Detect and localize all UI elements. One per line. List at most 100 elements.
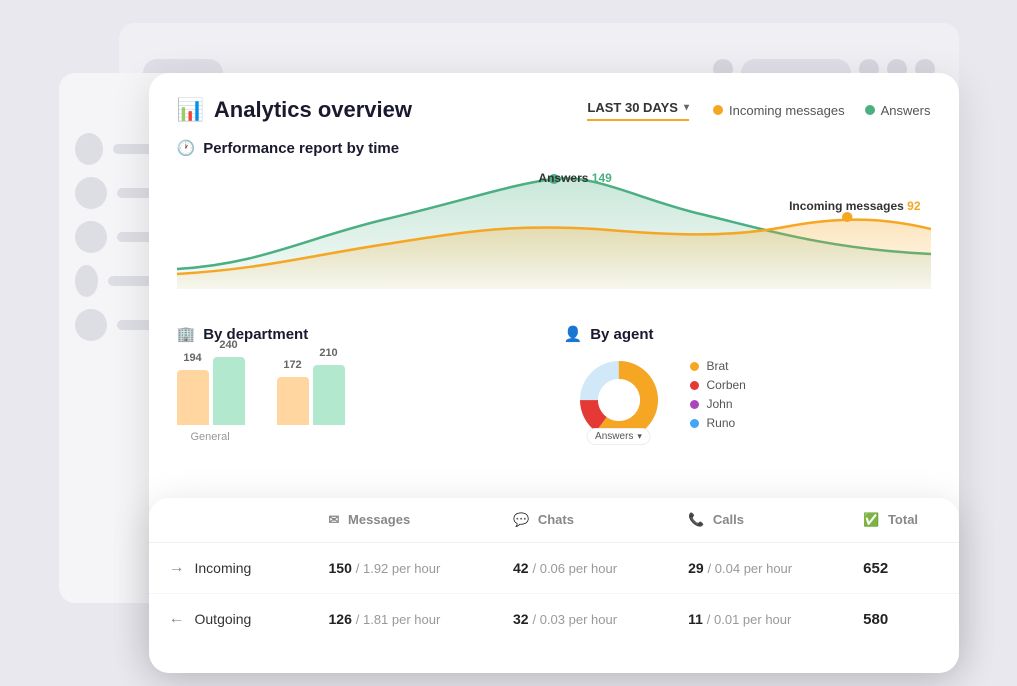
- john-dot: [690, 400, 699, 409]
- bar-label-194: 194: [183, 352, 201, 364]
- performance-section-title: 🕐 Performance report by time: [177, 139, 931, 157]
- incoming-chats-value: 42: [513, 560, 529, 576]
- date-filter-label: LAST 30 DAYS: [587, 100, 678, 115]
- agent-title-text: By agent: [590, 326, 653, 343]
- outgoing-messages-cell: 126 / 1.81 per hour: [309, 594, 494, 645]
- table-header-empty: [149, 498, 309, 543]
- card-content: 🕐 Performance report by time Answers 149…: [149, 123, 959, 461]
- incoming-calls-cell: 29 / 0.04 per hour: [668, 543, 843, 594]
- table-row: → Incoming 150 / 1.92 per hour 42 / 0.06…: [149, 543, 959, 594]
- bar-dept2-green: 210: [313, 365, 345, 425]
- table-card: ✉ Messages 💬 Chats 📞 Calls ✅ Total: [149, 498, 959, 673]
- legend-incoming: Incoming messages: [713, 103, 845, 118]
- bar-dept1-orange: 194: [177, 370, 209, 425]
- answers-value: 149: [592, 171, 612, 185]
- legend-answers: Answers: [865, 103, 931, 118]
- green-dot: [865, 105, 875, 115]
- table-header-calls: 📞 Calls: [668, 498, 843, 543]
- agent-title: 👤 By agent: [564, 325, 931, 343]
- agent-section: 👤 By agent: [564, 325, 931, 445]
- donut-chart: Answers ▾: [564, 355, 674, 445]
- runo-dot: [690, 419, 699, 428]
- incoming-total-cell: 652: [843, 543, 958, 594]
- incoming-chats-rate: / 0.06 per hour: [532, 561, 617, 576]
- agent-item-john: John: [690, 397, 746, 411]
- outgoing-row-label-cell: ← Outgoing: [149, 594, 309, 645]
- performance-title-text: Performance report by time: [203, 140, 399, 157]
- outgoing-messages-rate: / 1.81 per hour: [356, 612, 441, 627]
- donut-label[interactable]: Answers ▾: [586, 428, 651, 445]
- incoming-messages-value: 150: [329, 560, 352, 576]
- outgoing-label: Outgoing: [195, 611, 252, 627]
- table-header-chats: 💬 Chats: [493, 498, 668, 543]
- chevron-icon: ▾: [637, 431, 642, 442]
- agent-item-corben: Corben: [690, 378, 746, 392]
- dept-label-general: General: [191, 431, 230, 443]
- incoming-chats-cell: 42 / 0.06 per hour: [493, 543, 668, 594]
- date-filter-button[interactable]: LAST 30 DAYS ▾: [587, 100, 689, 121]
- outgoing-chats-value: 32: [513, 611, 529, 627]
- outgoing-total-value: 580: [863, 611, 888, 628]
- incoming-messages-cell: 150 / 1.92 per hour: [309, 543, 494, 594]
- corben-label: Corben: [707, 378, 746, 392]
- total-icon: ✅: [863, 512, 879, 527]
- table-header-total: ✅ Total: [843, 498, 958, 543]
- outgoing-chats-rate: / 0.03 per hour: [532, 612, 617, 627]
- incoming-value: 92: [907, 199, 920, 213]
- card-header: 📊 Analytics overview LAST 30 DAYS ▾ Inco…: [149, 73, 959, 123]
- header-controls: LAST 30 DAYS ▾ Incoming messages Answers: [587, 100, 930, 121]
- incoming-calls-rate: / 0.04 per hour: [708, 561, 793, 576]
- incoming-tooltip: Incoming messages 92: [789, 199, 920, 213]
- analytics-icon: 📊: [177, 97, 204, 123]
- corben-dot: [690, 381, 699, 390]
- incoming-label: Incoming: [195, 560, 252, 576]
- arrow-right-icon: →: [169, 559, 185, 577]
- bar-label-210: 210: [319, 347, 337, 359]
- line-chart-svg: [177, 169, 931, 289]
- incoming-row-label: → Incoming: [169, 559, 289, 577]
- legend-answers-label: Answers: [881, 103, 931, 118]
- bar-group-2: 172 210: [277, 365, 345, 425]
- answers-tooltip: Answers 149: [538, 171, 611, 185]
- bottom-sections: 🏢 By department 194 240: [177, 325, 931, 445]
- chats-icon: 💬: [513, 512, 529, 527]
- incoming-calls-value: 29: [688, 560, 704, 576]
- bar-group-1: 194 240: [177, 357, 245, 425]
- page-title: Analytics overview: [214, 97, 412, 123]
- clock-icon: 🕐: [177, 139, 196, 157]
- outgoing-row-label: ← Outgoing: [169, 610, 289, 628]
- bar-dept1-green: 240: [213, 357, 245, 425]
- agent-legend: Brat Corben John: [690, 355, 746, 430]
- incoming-messages-rate: / 1.92 per hour: [356, 561, 441, 576]
- outgoing-chats-cell: 32 / 0.03 per hour: [493, 594, 668, 645]
- table-header-row: ✉ Messages 💬 Chats 📞 Calls ✅ Total: [149, 498, 959, 543]
- department-section: 🏢 By department 194 240: [177, 325, 544, 445]
- outgoing-calls-rate: / 0.01 per hour: [707, 612, 792, 627]
- chart-legend: Incoming messages Answers: [713, 103, 930, 118]
- bar-label-240: 240: [219, 339, 237, 351]
- arrow-left-icon: ←: [169, 610, 185, 628]
- outgoing-total-cell: 580: [843, 594, 958, 645]
- outgoing-messages-value: 126: [329, 611, 352, 627]
- table-row: ← Outgoing 126 / 1.81 per hour 32 / 0.03…: [149, 594, 959, 645]
- table-header-messages: ✉ Messages: [309, 498, 494, 543]
- orange-dot: [713, 105, 723, 115]
- department-icon: 🏢: [177, 325, 196, 343]
- agent-content: Answers ▾ Brat Corb: [564, 355, 931, 445]
- messages-icon: ✉: [329, 512, 340, 527]
- bar-dept2-orange: 172: [277, 377, 309, 425]
- bar-label-172: 172: [283, 359, 301, 371]
- brat-dot: [690, 362, 699, 371]
- outgoing-calls-value: 11: [688, 611, 703, 627]
- calls-icon: 📞: [688, 512, 704, 527]
- brat-label: Brat: [707, 359, 729, 373]
- agent-item-runo: Runo: [690, 416, 746, 430]
- incoming-row-label-cell: → Incoming: [149, 543, 309, 594]
- chevron-down-icon: ▾: [684, 102, 689, 113]
- performance-chart: Answers 149 Incoming messages 92: [177, 169, 931, 309]
- legend-incoming-label: Incoming messages: [729, 103, 845, 118]
- outgoing-calls-cell: 11 / 0.01 per hour: [668, 594, 843, 645]
- agent-icon: 👤: [564, 325, 583, 343]
- data-table: ✉ Messages 💬 Chats 📞 Calls ✅ Total: [149, 498, 959, 644]
- department-bars: 194 240 172: [177, 355, 544, 445]
